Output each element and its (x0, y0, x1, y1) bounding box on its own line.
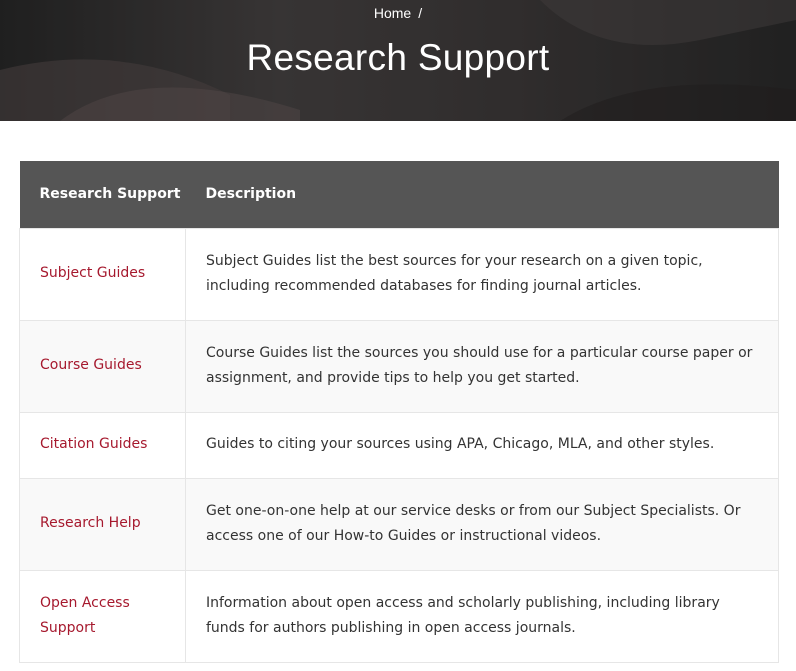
table-cell-description: Course Guides list the sources you shoul… (185, 319, 779, 413)
subject-guides-link[interactable]: Subject Guides (40, 265, 145, 281)
table-cell-description: Subject Guides list the best sources for… (185, 227, 779, 321)
table-row: Course Guides Course Guides list the sou… (19, 319, 779, 413)
table-cell-link: Course Guides (19, 319, 186, 413)
column-header-description: Description (185, 161, 779, 228)
hero-banner: Home / Research Support (0, 0, 796, 121)
research-help-link[interactable]: Research Help (40, 515, 141, 531)
column-header-research-support: Research Support (19, 161, 186, 228)
table-cell-link: Citation Guides (19, 411, 186, 479)
table-cell-description: Guides to citing your sources using APA,… (185, 411, 779, 479)
breadcrumb-separator: / (418, 5, 423, 21)
open-access-support-link[interactable]: Open Access Support (40, 591, 140, 642)
table-cell-link: Open Access Support (19, 569, 186, 663)
table-cell-link: Research Help (19, 477, 186, 571)
table-cell-description: Get one-on-one help at our service desks… (185, 477, 779, 571)
table-cell-link: Subject Guides (19, 227, 186, 321)
table-row: Research Help Get one-on-one help at our… (19, 477, 779, 571)
table-header-row: Research Support Description (19, 161, 779, 228)
course-guides-link[interactable]: Course Guides (40, 357, 142, 373)
breadcrumb: Home / (0, 0, 796, 22)
research-support-table: Research Support Description Subject Gui… (19, 161, 779, 663)
breadcrumb-home-link[interactable]: Home (374, 5, 411, 21)
page-title: Research Support (246, 37, 550, 78)
citation-guides-link[interactable]: Citation Guides (40, 436, 147, 452)
research-support-table-container: Research Support Description Subject Gui… (19, 161, 779, 663)
table-cell-description: Information about open access and schola… (185, 569, 779, 663)
table-row: Subject Guides Subject Guides list the b… (19, 227, 779, 321)
table-row: Citation Guides Guides to citing your so… (19, 411, 779, 479)
table-row: Open Access Support Information about op… (19, 569, 779, 663)
